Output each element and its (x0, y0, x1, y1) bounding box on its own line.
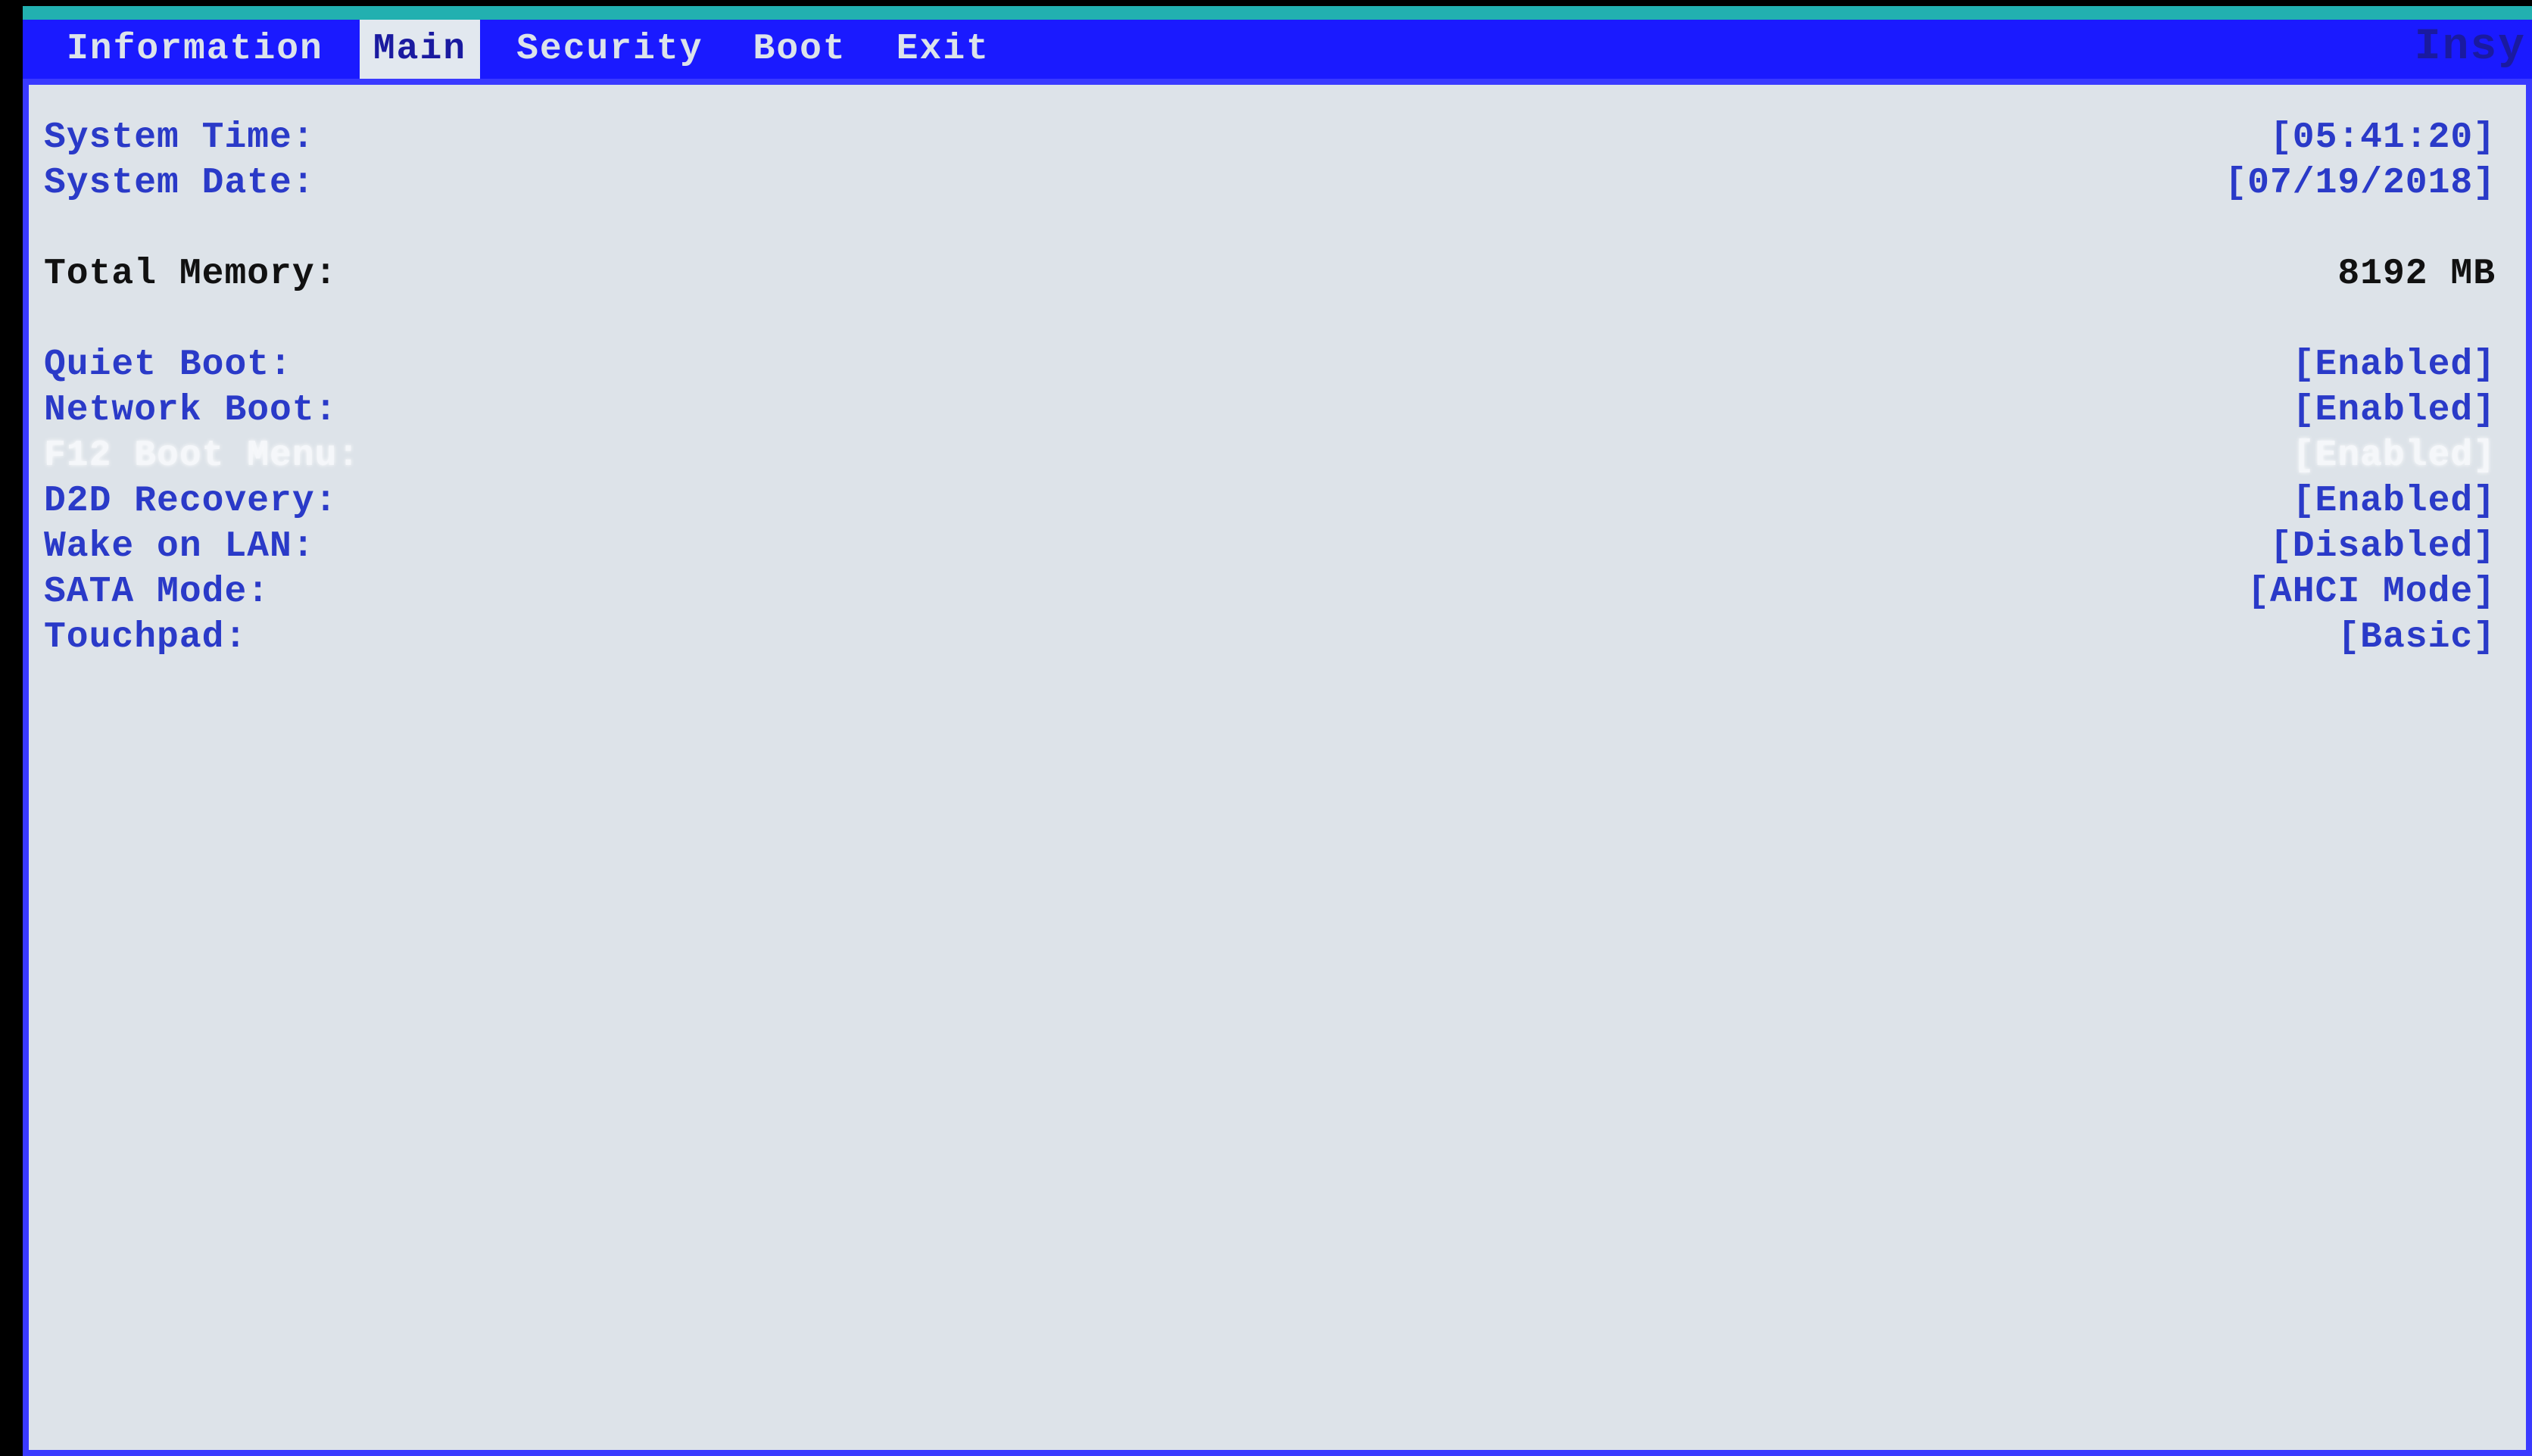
tab-exit[interactable]: Exit (883, 20, 1003, 79)
total-memory-label: Total Memory: (44, 251, 337, 297)
tab-bar: Information Main Security Boot Exit (23, 20, 2532, 79)
sata-mode-label: SATA Mode: (44, 569, 270, 615)
tab-security[interactable]: Security (503, 20, 716, 79)
row-wake-on-lan[interactable]: Wake on LAN: [Disabled] (44, 524, 2496, 569)
spacer (44, 206, 2496, 251)
main-panel: System Time: [05:41:20] System Date: [07… (23, 79, 2532, 1456)
spacer (44, 297, 2496, 342)
row-network-boot[interactable]: Network Boot: [Enabled] (44, 388, 2496, 433)
quiet-boot-value[interactable]: [Enabled] (2293, 342, 2496, 388)
f12-boot-menu-label: F12 Boot Menu: (44, 433, 360, 479)
row-system-time[interactable]: System Time: [05:41:20] (44, 115, 2496, 161)
row-sata-mode[interactable]: SATA Mode: [AHCI Mode] (44, 569, 2496, 615)
row-system-date[interactable]: System Date: [07/19/2018] (44, 161, 2496, 206)
system-time-label: System Time: (44, 115, 315, 161)
touchpad-label: Touchpad: (44, 615, 247, 660)
total-memory-value: 8192 MB (2337, 251, 2496, 297)
d2d-recovery-label: D2D Recovery: (44, 479, 337, 524)
quiet-boot-label: Quiet Boot: (44, 342, 292, 388)
tab-information[interactable]: Information (53, 20, 337, 79)
d2d-recovery-value[interactable]: [Enabled] (2293, 479, 2496, 524)
top-divider (23, 6, 2532, 20)
vendor-label: Insy (2415, 23, 2526, 72)
f12-boot-menu-value[interactable]: [Enabled] (2293, 433, 2496, 479)
row-touchpad[interactable]: Touchpad: [Basic] (44, 615, 2496, 660)
system-time-value[interactable]: [05:41:20] (2270, 115, 2496, 161)
wake-on-lan-value[interactable]: [Disabled] (2270, 524, 2496, 569)
row-f12-boot-menu[interactable]: F12 Boot Menu: [Enabled] (44, 433, 2496, 479)
tab-main[interactable]: Main (360, 20, 480, 79)
network-boot-label: Network Boot: (44, 388, 337, 433)
row-quiet-boot[interactable]: Quiet Boot: [Enabled] (44, 342, 2496, 388)
row-total-memory: Total Memory: 8192 MB (44, 251, 2496, 297)
row-d2d-recovery[interactable]: D2D Recovery: [Enabled] (44, 479, 2496, 524)
tab-boot[interactable]: Boot (740, 20, 860, 79)
bios-screen: Insy Information Main Security Boot Exit… (23, 6, 2532, 1395)
system-date-label: System Date: (44, 161, 315, 206)
network-boot-value[interactable]: [Enabled] (2293, 388, 2496, 433)
wake-on-lan-label: Wake on LAN: (44, 524, 315, 569)
system-date-value[interactable]: [07/19/2018] (2225, 161, 2496, 206)
sata-mode-value[interactable]: [AHCI Mode] (2247, 569, 2496, 615)
touchpad-value[interactable]: [Basic] (2337, 615, 2496, 660)
